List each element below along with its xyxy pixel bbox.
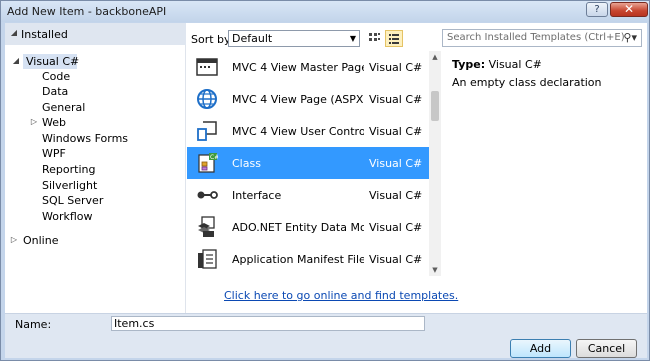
tree-item-visual-csharp[interactable]: Visual C#	[26, 54, 79, 69]
template-item-class[interactable]: C# Class Visual C#	[187, 147, 429, 179]
tree-item-sql-server[interactable]: SQL Server	[42, 193, 103, 208]
template-name: Class	[232, 157, 261, 170]
window-title: Add New Item - backboneAPI	[7, 5, 167, 18]
dialog-body: ◢ Installed ◢ Visual C# Code Data Genera…	[5, 23, 647, 358]
template-name: MVC 4 View Master Page (ASPX)	[232, 61, 364, 74]
type-value: Visual C#	[488, 58, 542, 71]
cancel-button[interactable]: Cancel	[576, 339, 637, 358]
tree-item-wpf[interactable]: WPF	[42, 146, 66, 161]
template-name: Application Manifest File	[232, 253, 364, 266]
template-language: Visual C#	[369, 125, 423, 138]
search-icon[interactable]: ⚲▾	[623, 31, 637, 44]
template-language: Visual C#	[369, 157, 423, 170]
user-control-icon	[197, 121, 217, 141]
tree-item-workflow[interactable]: Workflow	[42, 209, 93, 224]
chevron-down-icon: ▼	[349, 34, 356, 43]
template-item-mvc-view-page[interactable]: MVC 4 View Page (ASPX) Visual C#	[187, 83, 429, 115]
template-description: An empty class declaration	[452, 76, 602, 89]
class-icon: C#	[198, 153, 218, 173]
grid-view-icon	[369, 33, 380, 41]
template-language: Visual C#	[369, 61, 423, 74]
list-view-icon	[389, 34, 399, 44]
installed-header[interactable]: ◢ Installed	[5, 23, 186, 45]
online-triangle-icon[interactable]: ▷	[9, 235, 19, 244]
template-category-tree: ◢ Installed ◢ Visual C# Code Data Genera…	[5, 23, 186, 313]
svg-text:C#: C#	[210, 154, 218, 161]
type-label: Type:	[452, 58, 486, 71]
title-bar: Add New Item - backboneAPI ? ✕	[1, 1, 649, 22]
tree-item-reporting[interactable]: Reporting	[42, 162, 95, 177]
find-templates-online-link[interactable]: Click here to go online and find templat…	[224, 289, 458, 302]
template-details-pane: Type: Visual C# An empty class declarati…	[442, 51, 647, 313]
add-button[interactable]: Add	[510, 339, 571, 358]
scrollbar-thumb[interactable]	[431, 91, 439, 121]
scroll-up-arrow-icon[interactable]: ▲	[429, 51, 441, 63]
master-page-icon	[196, 58, 218, 76]
template-language: Visual C#	[369, 221, 423, 234]
template-item-ado-entity-model[interactable]: ADO.NET Entity Data Model Visual C#	[187, 211, 429, 243]
tree-item-code[interactable]: Code	[42, 69, 70, 84]
add-new-item-dialog: Add New Item - backboneAPI ? ✕ ◢ Install…	[0, 0, 650, 361]
sort-by-value: Default	[232, 32, 273, 45]
interface-icon	[197, 191, 218, 199]
small-icons-view-button[interactable]	[365, 30, 383, 47]
help-button[interactable]: ?	[586, 2, 608, 17]
template-name: MVC 4 View User Control (ASPX)	[232, 125, 364, 138]
template-language: Visual C#	[369, 189, 423, 202]
template-name: ADO.NET Entity Data Model	[232, 221, 364, 234]
tree-item-online[interactable]: Online	[23, 233, 58, 248]
search-placeholder: Search Installed Templates (Ctrl+E)	[447, 32, 625, 43]
tree-item-silverlight[interactable]: Silverlight	[42, 178, 97, 193]
template-list-scrollbar[interactable]: ▲ ▼	[429, 51, 441, 276]
collapsed-triangle-icon[interactable]: ▷	[29, 117, 39, 126]
template-name: MVC 4 View Page (ASPX)	[232, 93, 364, 106]
template-name: Interface	[232, 189, 282, 202]
dialog-footer: Name: Item.cs Add Cancel	[5, 313, 647, 358]
tree-item-general[interactable]: General	[42, 100, 85, 115]
template-language: Visual C#	[369, 93, 423, 106]
expand-triangle-icon[interactable]: ◢	[11, 56, 21, 65]
tree-item-windows-forms[interactable]: Windows Forms	[42, 131, 128, 146]
type-line: Type: Visual C#	[452, 58, 542, 71]
tree-item-web[interactable]: Web	[42, 115, 66, 130]
search-templates-input[interactable]: Search Installed Templates (Ctrl+E) ⚲▾	[442, 29, 642, 47]
medium-icons-view-button[interactable]	[385, 30, 403, 47]
template-language: Visual C#	[369, 253, 423, 266]
template-list: MVC 4 View Master Page (ASPX) Visual C# …	[187, 51, 429, 307]
close-button[interactable]: ✕	[610, 2, 648, 17]
template-item-mvc-master-page[interactable]: MVC 4 View Master Page (ASPX) Visual C#	[187, 51, 429, 83]
manifest-icon	[198, 249, 217, 269]
collapse-triangle-icon[interactable]: ◢	[9, 28, 19, 37]
installed-label: Installed	[21, 28, 68, 41]
name-label: Name:	[15, 318, 52, 331]
sort-by-dropdown[interactable]: Default ▼	[228, 30, 360, 47]
name-input[interactable]: Item.cs	[111, 316, 425, 331]
tree-item-data[interactable]: Data	[42, 84, 68, 99]
template-item-mvc-user-control[interactable]: MVC 4 View User Control (ASPX) Visual C#	[187, 115, 429, 147]
globe-icon	[197, 89, 217, 109]
entity-model-icon	[198, 216, 215, 237]
template-item-app-manifest[interactable]: Application Manifest File Visual C#	[187, 243, 429, 275]
scroll-down-arrow-icon[interactable]: ▼	[429, 264, 441, 276]
template-item-interface[interactable]: Interface Visual C#	[187, 179, 429, 211]
